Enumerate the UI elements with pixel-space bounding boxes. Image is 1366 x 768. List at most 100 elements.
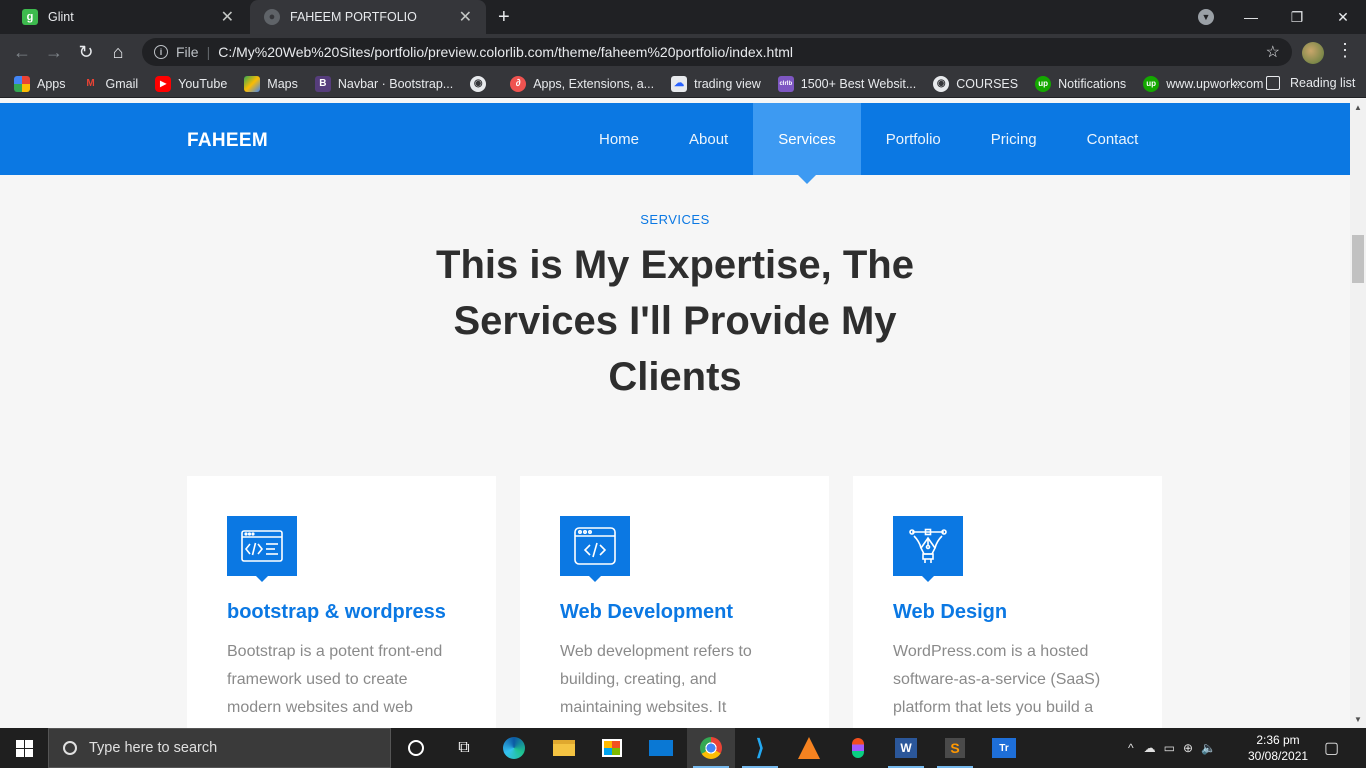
start-button[interactable] <box>0 728 48 768</box>
nav-link-portfolio[interactable]: Portfolio <box>861 103 966 175</box>
taskbar-search-input[interactable]: Type here to search <box>48 728 391 768</box>
upwork-icon: up <box>1143 75 1160 92</box>
bookmark-youtube[interactable]: ▶ YouTube <box>155 75 227 92</box>
tab-close-icon[interactable]: ✕ <box>459 7 472 27</box>
search-icon <box>63 741 77 755</box>
mail-icon <box>649 740 673 756</box>
bookmark-apps[interactable]: Apps <box>14 75 66 92</box>
globe-favicon-icon: ● <box>264 9 280 25</box>
taskbar-clock[interactable]: 2:36 pm 30/08/2021 <box>1248 732 1308 764</box>
restore-button[interactable]: ❐ <box>1274 0 1320 34</box>
bookmarks-overflow-icon[interactable]: » <box>1234 75 1241 90</box>
taskbar-typora[interactable]: Tr <box>980 728 1028 768</box>
address-bar[interactable]: i File | C:/My%20Web%20Sites/portfolio/p… <box>142 38 1292 66</box>
browser-toolbar: ← → ↻ ⌂ i File | C:/My%20Web%20Sites/por… <box>0 34 1366 70</box>
reload-icon[interactable]: ↻ <box>74 40 98 64</box>
profile-avatar[interactable] <box>1302 42 1324 64</box>
vlc-icon <box>798 737 820 759</box>
bookmark-courses[interactable]: ◉ COURSES <box>933 75 1018 92</box>
cortana-icon <box>408 740 424 756</box>
battery-icon[interactable]: ▭ <box>1164 741 1175 755</box>
service-card-web-design: Web Design WordPress.com is a hosted sof… <box>853 476 1162 728</box>
clock-time: 2:36 pm <box>1256 733 1300 747</box>
glint-favicon-icon: g <box>22 9 38 25</box>
card-text: Web development refers to building, crea… <box>560 643 752 716</box>
taskbar-vlc[interactable] <box>785 728 833 768</box>
card-text: WordPress.com is a hosted software-as-a-… <box>893 643 1101 716</box>
network-icon[interactable]: ⊕ <box>1183 741 1193 755</box>
browser-menu-icon[interactable]: ⋮ <box>1336 40 1354 61</box>
tab-title: FAHEEM PORTFOLIO <box>290 10 417 24</box>
scroll-down-icon[interactable]: ▼ <box>1354 715 1362 724</box>
close-window-button[interactable]: ✕ <box>1320 0 1366 34</box>
home-icon[interactable]: ⌂ <box>106 40 130 64</box>
page-scrollbar[interactable]: ▲ ▼ <box>1350 99 1366 728</box>
tab-search-icon[interactable]: ▼ <box>1198 9 1214 25</box>
nav-link-services[interactable]: Services <box>753 103 861 184</box>
youtube-icon: ▶ <box>155 75 172 92</box>
onedrive-icon[interactable]: ☁ <box>1144 741 1156 755</box>
taskbar-vscode[interactable]: ⟩ <box>736 728 784 768</box>
tab-faheem-portfolio[interactable]: ● FAHEEM PORTFOLIO ✕ <box>250 0 486 34</box>
bookmark-trading-view[interactable]: ☁ trading view <box>671 75 761 92</box>
taskbar-store[interactable] <box>588 728 636 768</box>
scroll-up-icon[interactable]: ▲ <box>1354 103 1362 112</box>
bookmark-globe[interactable]: ◉ <box>470 75 493 92</box>
site-brand-logo[interactable]: FAHEEM <box>187 130 268 152</box>
bookmark-gmail[interactable]: M Gmail <box>83 76 138 92</box>
cortana-button[interactable] <box>392 728 440 768</box>
taskbar-figma[interactable] <box>834 728 882 768</box>
url-text[interactable]: C:/My%20Web%20Sites/portfolio/preview.co… <box>218 44 793 60</box>
nav-link-home[interactable]: Home <box>574 103 664 175</box>
reading-list-button[interactable]: Reading list <box>1266 76 1355 90</box>
bookmark-maps[interactable]: Maps <box>244 75 298 92</box>
task-view-button[interactable]: ⧉ <box>440 728 488 768</box>
volume-icon[interactable]: 🔈 <box>1201 741 1216 755</box>
tab-close-icon[interactable]: ✕ <box>221 7 234 27</box>
forward-arrow-icon[interactable]: → <box>42 40 66 64</box>
nav-link-about[interactable]: About <box>664 103 753 175</box>
taskbar-mail[interactable] <box>637 728 685 768</box>
code-window-icon <box>227 516 297 582</box>
sublime-icon: S <box>945 738 965 758</box>
section-title: This is My Expertise, The Services I'll … <box>436 243 914 399</box>
card-title: Web Development <box>560 601 733 623</box>
bookmark-colorlib[interactable]: clrlb 1500+ Best Websit... <box>777 75 916 92</box>
taskbar-edge[interactable] <box>490 728 538 768</box>
browser-tab-bar: g Glint ✕ ● FAHEEM PORTFOLIO ✕ + ▼ — ❐ ✕ <box>0 0 1366 34</box>
extensions-icon: ∂ <box>510 75 527 92</box>
bookmark-apps-extensions[interactable]: ∂ Apps, Extensions, a... <box>510 75 654 92</box>
nav-link-pricing[interactable]: Pricing <box>966 103 1062 175</box>
scheme-label: File <box>176 44 199 60</box>
taskbar-chrome[interactable] <box>687 728 735 768</box>
notifications-button[interactable]: ▢ <box>1324 728 1339 768</box>
site-info-icon[interactable]: i <box>154 45 168 59</box>
search-placeholder: Type here to search <box>89 740 218 756</box>
windows-taskbar: Type here to search ⧉ ⟩ W S Tr ^ ☁ ▭ ⊕ 🔈… <box>0 728 1366 768</box>
maps-icon <box>244 75 261 92</box>
site-navbar: FAHEEM Home About Services Portfolio Pri… <box>0 103 1350 184</box>
taskbar-sublime[interactable]: S <box>931 728 979 768</box>
service-card-web-development: Web Development Web development refers t… <box>520 476 829 728</box>
task-view-icon: ⧉ <box>458 739 470 756</box>
page-viewport: FAHEEM Home About Services Portfolio Pri… <box>0 99 1350 728</box>
tab-glint[interactable]: g Glint ✕ <box>8 0 248 34</box>
notification-icon: ▢ <box>1324 740 1340 757</box>
minimize-button[interactable]: — <box>1228 0 1274 34</box>
colorlib-icon: clrlb <box>777 75 794 92</box>
reading-list-icon <box>1266 76 1280 90</box>
new-tab-button[interactable]: + <box>498 6 510 29</box>
pen-tool-icon <box>893 516 963 582</box>
taskbar-file-explorer[interactable] <box>540 728 588 768</box>
tray-overflow-icon[interactable]: ^ <box>1128 741 1134 755</box>
bookmark-navbar-bootstrap[interactable]: B Navbar · Bootstrap... <box>314 75 453 92</box>
bookmark-star-icon[interactable]: ☆ <box>1266 42 1280 62</box>
bookmark-upwork[interactable]: up www.upwork.com <box>1143 75 1263 92</box>
nav-link-contact[interactable]: Contact <box>1062 103 1164 175</box>
scrollbar-thumb[interactable] <box>1352 235 1364 283</box>
back-arrow-icon[interactable]: ← <box>10 40 34 64</box>
edge-icon <box>503 737 525 759</box>
bookmark-notifications[interactable]: up Notifications <box>1035 75 1126 92</box>
taskbar-word[interactable]: W <box>882 728 930 768</box>
gmail-icon: M <box>86 78 95 89</box>
